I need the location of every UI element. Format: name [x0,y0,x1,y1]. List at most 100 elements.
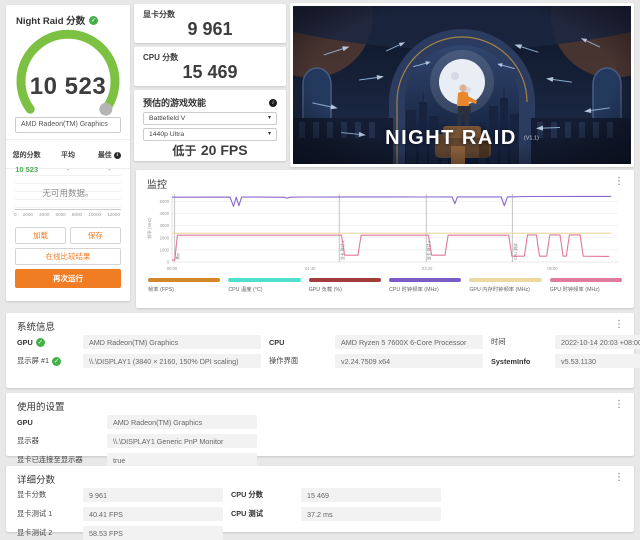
sysinfo-value: v5.53.1130 [555,354,640,368]
axis-tick: 10000 [88,212,102,217]
time-value: 2022-10-14 20:03 +08:00 [555,335,640,349]
svg-text:CPU 测试: CPU 测试 [513,243,518,260]
cpu-value: AMD Ryzen 5 7600X 6-Core Processor [335,335,483,349]
tab-your-score[interactable]: 您的分数 10 523 [6,140,47,174]
axis-tick: 0 [14,212,17,217]
compare-online-button[interactable]: 在线比较结果 [15,248,121,265]
detail-gpu-test2-value: 58.53 FPS [83,526,223,540]
detail-gpu-score-label: 显卡分数 [17,490,47,499]
chevron-down-icon: ▾ [267,131,271,137]
monitoring-menu-icon[interactable]: ⋮ [610,174,628,189]
legend-gpu-mem-clock[interactable]: GPU 内存时钟频率 (MHz) [469,278,542,293]
night-raid-version: (V1.1) [523,135,539,142]
settings-monitor-value: \\.\DISPLAY1 Generic PnP Monitor [107,434,257,448]
monitoring-title: 监控 [147,180,167,191]
os-value: v2.24.7509 x64 [335,354,483,368]
score-tabs: 您的分数 10 523 平均 - 最佳 i - [6,139,130,174]
sysinfo-label: SystemInfo [491,356,531,366]
settings-monitor-label: 显示器 [17,436,39,445]
no-data-text: 无可用数据。 [42,188,94,198]
monitoring-card: 监控 ⋮ 0 1000 2000 3000 4000 5000 频率 (MHz) 00:00 0… [136,170,634,308]
night-raid-result-screen: Night Raid 分数 ✓ 10 523 AMD Radeon(TM) Gr… [0,0,640,540]
chart-legend: 帧率 (FPS) CPU 温度 (°C) GPU 负载 (%) CPU 时钟频率… [148,278,622,293]
axis-tick: 12000 [107,212,120,217]
night-raid-title: NIGHT RAID (V1.1) [385,127,539,149]
game-select-value: Battlefield V [149,115,186,122]
svg-text:03:20: 03:20 [422,266,433,271]
tab-best[interactable]: 最佳 i - [89,140,130,174]
tab-best-label: 最佳 i [98,150,121,160]
valid-check-icon: ✓ [89,15,99,25]
svg-text:01:40: 01:40 [305,266,316,271]
check-icon: ✓ [35,337,45,347]
axis-tick: 6000 [55,212,66,217]
tab-your-score-value: 10 523 [15,165,39,174]
gpu-score-card: 显卡分数 9 961 [134,4,286,43]
night-raid-image: NIGHT RAID (V1.1) [293,6,631,164]
score-distribution-axis: 0 2000 4000 6000 8000 10000 12000 [14,209,121,217]
svg-text:05:00: 05:00 [547,266,558,271]
system-info-menu-icon[interactable]: ⋮ [610,317,628,332]
game-select[interactable]: Battlefield V ▾ [143,112,277,125]
check-icon: ✓ [52,356,62,366]
display-label: 显示屏 #1 ✓ [17,356,62,366]
settings-used-menu-icon[interactable]: ⋮ [610,397,628,412]
score-card: Night Raid 分数 ✓ 10 523 AMD Radeon(TM) Gr… [6,5,130,301]
time-label: 时间 [491,337,506,346]
legend-gpu-load[interactable]: GPU 负载 (%) [308,278,381,293]
settings-used-card: 使用的设置 ⋮ GPU AMD Radeon(TM) Graphics 显示器 … [6,393,634,467]
axis-tick: 2000 [22,212,33,217]
legend-cpu-clock[interactable]: CPU 时钟频率 (MHz) [388,278,462,293]
gpu-score-value: 9 961 [187,19,233,39]
detail-cpu-test-label: CPU 测试 [231,509,264,518]
legend-fps[interactable]: 帧率 (FPS) [148,278,221,293]
detail-gpu-score-value: 9 961 [83,488,223,502]
tab-average[interactable]: 平均 - [47,140,88,174]
load-button[interactable]: 加载 [15,227,66,244]
legend-cpu-temp[interactable]: CPU 温度 (°C) [228,278,301,293]
svg-text:5000: 5000 [160,199,170,204]
best-info-icon[interactable]: i [113,151,121,159]
gpu-value: AMD Radeon(TM) Graphics [83,335,261,349]
overall-score: 10 523 [29,73,107,100]
legend-gpu-clock[interactable]: GPU 时钟频率 (MHz) [549,278,622,293]
svg-text:2000: 2000 [160,235,170,240]
preset-select-value: 1440p Ultra [149,131,185,138]
os-label: 操作界面 [269,356,299,365]
svg-text:0: 0 [167,260,170,265]
chevron-down-icon: ▾ [267,115,271,121]
svg-text:4000: 4000 [160,211,170,216]
svg-text:频率 (MHz): 频率 (MHz) [146,217,153,239]
cpu-score-value: 15 469 [182,62,238,82]
score-distribution-chart: 无可用数据。 [15,175,121,209]
preset-select[interactable]: 1440p Ultra ▾ [143,128,277,141]
score-gauge: 10 523 [6,25,130,117]
cpu-score-card: CPU 分数 15 469 [134,47,286,86]
tab-best-value: - [108,165,111,174]
gauge-end-dot [99,102,113,116]
game-performance-title: 预估的游戏效能 [143,98,207,108]
system-info-card: 系统信息 ⋮ GPU ✓ AMD Radeon(TM) Graphics CPU … [6,313,640,388]
detailed-scores-menu-icon[interactable]: ⋮ [610,470,628,485]
settings-connected-value: true [107,453,257,467]
tab-average-label: 平均 [60,152,75,159]
game-performance-info-icon[interactable]: i [269,98,277,107]
detail-cpu-test-value: 37.2 ms [301,507,441,521]
game-performance-card: 预估的游戏效能 i Battlefield V ▾ 1440p Ultra ▾ … [134,90,286,161]
settings-used-title: 使用的设置 [17,402,65,413]
estimated-fps: 低于 20 FPS [172,142,248,158]
system-info-title: 系统信息 [17,322,56,333]
svg-text:3000: 3000 [160,223,170,228]
axis-tick: 4000 [39,212,50,217]
settings-gpu-label: GPU [17,417,33,427]
save-button[interactable]: 保存 [70,227,121,244]
run-again-button[interactable]: 再次运行 [15,269,121,288]
detail-gpu-test1-value: 40.41 FPS [83,507,223,521]
settings-gpu-value: AMD Radeon(TM) Graphics [107,415,257,429]
cpu-label: CPU [269,337,285,347]
gpu-name-field[interactable]: AMD Radeon(TM) Graphics [15,117,121,133]
tab-your-score-label: 您的分数 [12,152,41,159]
svg-text:1000: 1000 [160,247,170,252]
detailed-scores-title: 详细分数 [17,475,56,486]
axis-tick: 8000 [71,212,83,217]
